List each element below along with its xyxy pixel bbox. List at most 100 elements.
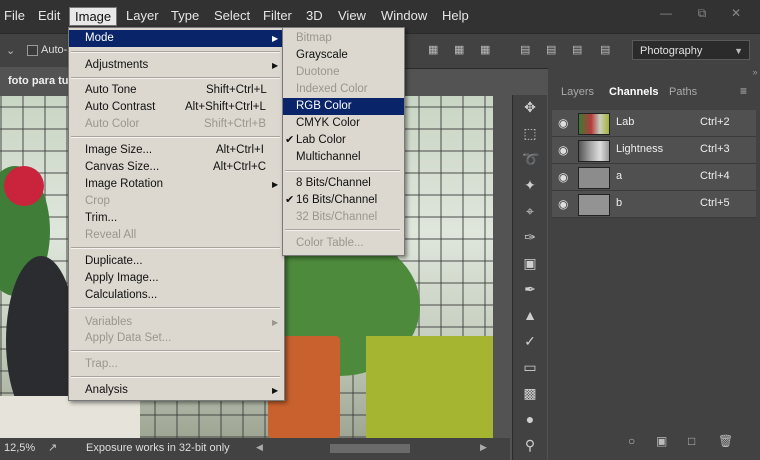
- visibility-eye-icon[interactable]: ◉: [558, 170, 572, 184]
- eyedropper-tool-icon[interactable]: ✑: [522, 229, 538, 245]
- align-right-icon[interactable]: ▦: [480, 43, 494, 57]
- marquee-tool-icon[interactable]: ⬚: [522, 125, 538, 141]
- restore-icon[interactable]: ⧉: [694, 6, 710, 20]
- distribute-middle-icon[interactable]: ▤: [546, 43, 560, 57]
- panel-menu-icon[interactable]: ≡: [740, 84, 747, 98]
- new-channel-icon[interactable]: □: [688, 434, 695, 448]
- menu-item-label: Auto Color: [85, 118, 140, 130]
- channel-row[interactable]: ◉ Lightness Ctrl+3: [552, 137, 756, 164]
- menu-item-label: Apply Image...: [85, 272, 159, 284]
- menu-select[interactable]: Select: [214, 8, 250, 23]
- lasso-tool-icon[interactable]: ➰: [522, 151, 539, 167]
- menu-item-trim[interactable]: Trim...: [69, 210, 284, 227]
- channel-name: a: [616, 170, 623, 182]
- menu-filter[interactable]: Filter: [263, 8, 292, 23]
- menu-divider: [285, 170, 400, 172]
- collapse-icon[interactable]: »: [548, 67, 760, 77]
- menu-item-shortcut: Shift+Ctrl+B: [204, 118, 266, 130]
- menu-window[interactable]: Window: [381, 8, 427, 23]
- scroll-right-icon[interactable]: ▶: [480, 442, 487, 453]
- auto-select-checkbox[interactable]: [27, 45, 38, 56]
- healing-brush-tool-icon[interactable]: ▣: [522, 255, 538, 271]
- document-tab-title: foto para tu: [8, 75, 69, 87]
- menu-view[interactable]: View: [338, 8, 366, 23]
- history-brush-tool-icon[interactable]: ✓: [522, 333, 538, 349]
- menu-help[interactable]: Help: [442, 8, 469, 23]
- close-icon[interactable]: ✕: [728, 6, 744, 20]
- menu-divider: [71, 51, 280, 53]
- save-selection-icon[interactable]: ▣: [656, 434, 667, 448]
- menu-item-image-rotation[interactable]: Image Rotation ▶: [69, 176, 284, 193]
- menu-item-label: RGB Color: [296, 100, 352, 112]
- align-center-icon[interactable]: ▦: [454, 43, 468, 57]
- menu-image[interactable]: Image: [69, 7, 118, 26]
- menu-item-8-bits[interactable]: 8 Bits/Channel: [283, 175, 404, 192]
- menu-item-auto-color: Auto Color Shift+Ctrl+B: [69, 116, 284, 133]
- horizontal-scrollbar[interactable]: [330, 444, 410, 453]
- distribute-top-icon[interactable]: ▤: [520, 43, 534, 57]
- brush-tool-icon[interactable]: ✒: [522, 281, 538, 297]
- eraser-tool-icon[interactable]: ▭: [522, 359, 538, 375]
- gradient-tool-icon[interactable]: ▩: [522, 385, 538, 401]
- channel-shortcut: Ctrl+4: [700, 170, 730, 182]
- menu-type[interactable]: Type: [171, 8, 199, 23]
- menu-item-duplicate[interactable]: Duplicate...: [69, 253, 284, 270]
- yellow-green-pot: [366, 336, 493, 438]
- menu-item-analysis[interactable]: Analysis ▶: [69, 382, 284, 399]
- distribute-bottom-icon[interactable]: ▤: [572, 43, 586, 57]
- menu-item-mode[interactable]: Mode ▶: [69, 30, 284, 47]
- dodge-tool-icon[interactable]: ⚲: [522, 437, 538, 453]
- share-icon[interactable]: ↗: [48, 441, 57, 454]
- menu-item-32-bits: 32 Bits/Channel: [283, 209, 404, 226]
- menu-item-auto-contrast[interactable]: Auto Contrast Alt+Shift+Ctrl+L: [69, 99, 284, 116]
- workspace-select[interactable]: Photography ▼: [632, 40, 750, 60]
- menu-item-cmyk-color[interactable]: CMYK Color: [283, 115, 404, 132]
- quick-selection-tool-icon[interactable]: ✦: [522, 177, 538, 193]
- channel-row[interactable]: ◉ b Ctrl+5: [552, 191, 756, 218]
- visibility-eye-icon[interactable]: ◉: [558, 116, 572, 130]
- visibility-eye-icon[interactable]: ◉: [558, 197, 572, 211]
- menu-layer[interactable]: Layer: [126, 8, 159, 23]
- menu-item-label: Adjustments: [85, 59, 149, 71]
- menu-edit[interactable]: Edit: [38, 8, 60, 23]
- menu-item-rgb-color[interactable]: RGB Color: [283, 98, 404, 115]
- scroll-left-icon[interactable]: ◀: [256, 442, 263, 453]
- menu-3d[interactable]: 3D: [306, 8, 323, 23]
- zoom-level[interactable]: 12,5%: [4, 442, 35, 454]
- menu-item-grayscale[interactable]: Grayscale: [283, 47, 404, 64]
- load-selection-icon[interactable]: ○: [628, 434, 635, 448]
- status-message: Exposure works in 32-bit only: [86, 442, 230, 454]
- blur-tool-icon[interactable]: ●: [522, 411, 538, 427]
- trash-icon[interactable]: 🗑: [718, 434, 733, 448]
- menu-item-auto-tone[interactable]: Auto Tone Shift+Ctrl+L: [69, 82, 284, 99]
- menu-item-lab-color[interactable]: ✔ Lab Color: [283, 132, 404, 149]
- visibility-eye-icon[interactable]: ◉: [558, 143, 572, 157]
- menu-item-bitmap: Bitmap: [283, 30, 404, 47]
- menu-divider: [71, 77, 280, 79]
- menu-divider: [71, 136, 280, 138]
- menu-item-shortcut: Alt+Ctrl+I: [216, 144, 264, 156]
- channel-shortcut: Ctrl+2: [700, 116, 730, 128]
- menu-item-image-size[interactable]: Image Size... Alt+Ctrl+I: [69, 142, 284, 159]
- crop-tool-icon[interactable]: ⌖: [522, 203, 538, 219]
- menu-item-calculations[interactable]: Calculations...: [69, 287, 284, 304]
- menu-item-adjustments[interactable]: Adjustments ▶: [69, 57, 284, 74]
- menu-item-label: Auto Tone: [85, 84, 137, 96]
- menu-item-16-bits[interactable]: ✔ 16 Bits/Channel: [283, 192, 404, 209]
- menu-item-apply-image[interactable]: Apply Image...: [69, 270, 284, 287]
- move-tool-icon[interactable]: ✥: [522, 99, 538, 115]
- menu-item-multichannel[interactable]: Multichannel: [283, 149, 404, 166]
- tab-channels[interactable]: Channels: [609, 86, 659, 98]
- clone-stamp-tool-icon[interactable]: ▲: [522, 307, 538, 323]
- channel-row[interactable]: ◉ Lab Ctrl+2: [552, 110, 756, 137]
- channel-row[interactable]: ◉ a Ctrl+4: [552, 164, 756, 191]
- menu-item-label: 8 Bits/Channel: [296, 177, 371, 189]
- align-left-icon[interactable]: ▦: [428, 43, 442, 57]
- menu-file[interactable]: File: [4, 8, 25, 23]
- tab-layers[interactable]: Layers: [561, 86, 594, 98]
- tool-preset-icon[interactable]: ⌄: [6, 44, 15, 57]
- minimize-icon[interactable]: —: [658, 6, 674, 20]
- distribute-icon[interactable]: ▤: [600, 43, 614, 57]
- tab-paths[interactable]: Paths: [669, 86, 697, 98]
- menu-item-canvas-size[interactable]: Canvas Size... Alt+Ctrl+C: [69, 159, 284, 176]
